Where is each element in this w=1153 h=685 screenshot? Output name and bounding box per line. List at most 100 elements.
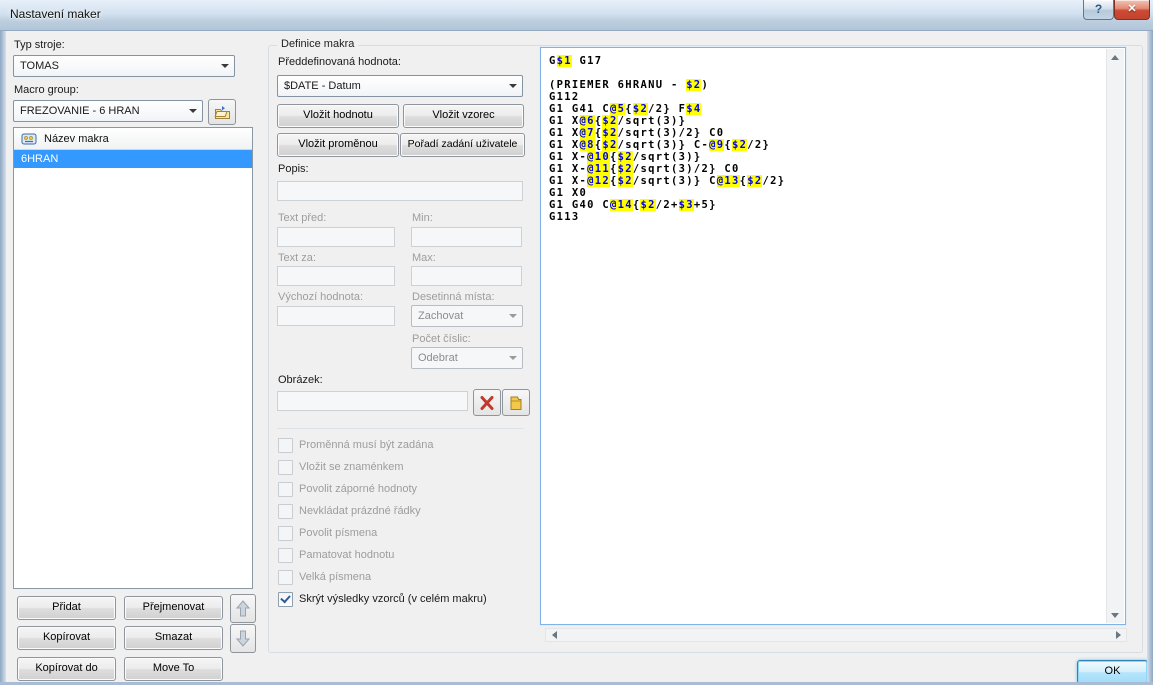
- options-checkbox-group: Proměnná musí být zadána Vložit se znamé…: [278, 434, 530, 610]
- help-button[interactable]: ?: [1083, 0, 1114, 20]
- scroll-down-button[interactable]: [1107, 607, 1123, 623]
- macro-list-header-label: Název makra: [44, 133, 109, 145]
- add-button[interactable]: Přidat: [17, 596, 116, 620]
- section-divider: [277, 428, 524, 429]
- max-label: Max:: [412, 252, 436, 264]
- chevron-down-icon: [509, 314, 517, 318]
- checkbox-box: [278, 592, 293, 607]
- macro-list-item-6hran[interactable]: 6HRAN: [14, 150, 252, 168]
- decimal-places-label: Desetinná místa:: [412, 291, 495, 303]
- move-up-button[interactable]: [230, 594, 256, 623]
- chevron-down-icon: [509, 84, 517, 88]
- dialog-nastaveni-maker: Nastavení maker ? ✕ Typ stroje: TOMAS Ma…: [0, 0, 1153, 685]
- machine-type-value: TOMAS: [20, 60, 59, 72]
- help-icon: ?: [1095, 2, 1102, 16]
- chevron-down-icon: [189, 109, 197, 113]
- digit-count-value: Odebrat: [418, 352, 458, 364]
- arrow-up-icon: [236, 600, 250, 617]
- text-before-label: Text před:: [278, 212, 326, 224]
- macro-group-label: Macro group:: [14, 84, 79, 96]
- description-label: Popis:: [278, 163, 309, 175]
- triangle-up-icon: [1111, 55, 1119, 60]
- checkbox-box: [278, 548, 293, 563]
- rename-button[interactable]: Přejmenovat: [124, 596, 223, 620]
- window-title: Nastavení maker: [10, 7, 101, 21]
- macro-group-open-button[interactable]: [208, 99, 236, 125]
- image-label: Obrázek:: [278, 374, 323, 386]
- text-before-input[interactable]: [277, 227, 395, 247]
- checkbox-insert-with-sign[interactable]: Vložit se znaménkem: [278, 456, 530, 478]
- triangle-down-icon: [1111, 613, 1119, 618]
- predefined-value-select[interactable]: $DATE - Datum: [277, 75, 523, 97]
- checkbox-allow-letters[interactable]: Povolit písmena: [278, 522, 530, 544]
- checkbox-remember-value[interactable]: Pamatovat hodnotu: [278, 544, 530, 566]
- red-x-icon: [479, 395, 495, 411]
- triangle-left-icon: [552, 631, 557, 639]
- insert-variable-button[interactable]: Vložit proměnou: [277, 133, 399, 157]
- description-input[interactable]: [277, 181, 523, 201]
- decimal-places-value: Zachovat: [418, 310, 463, 322]
- move-to-button[interactable]: Move To: [124, 657, 223, 681]
- text-after-label: Text za:: [278, 252, 316, 264]
- close-button[interactable]: ✕: [1114, 0, 1150, 20]
- checkbox-box: [278, 460, 293, 475]
- checkbox-box: [278, 570, 293, 585]
- macro-list: Název makra 6HRAN: [13, 127, 253, 589]
- vertical-scrollbar[interactable]: [1106, 49, 1124, 623]
- text-after-input[interactable]: [277, 266, 395, 286]
- window-frame-left: [0, 30, 6, 685]
- macro-code-text: G$1 G17 (PRIEMER 6HRANU - $2)G112G1 G41 …: [549, 55, 1105, 622]
- macro-list-header[interactable]: Název makra: [14, 128, 252, 150]
- predefined-value: $DATE - Datum: [284, 80, 361, 92]
- checkbox-box: [278, 504, 293, 519]
- triangle-right-icon: [1116, 631, 1121, 639]
- user-entry-order-button[interactable]: Pořadí zadání uživatele: [400, 133, 525, 157]
- close-icon: ✕: [1127, 3, 1136, 15]
- scroll-left-button[interactable]: [546, 629, 562, 641]
- min-input[interactable]: [411, 227, 522, 247]
- chevron-down-icon: [221, 64, 229, 68]
- copy-to-button[interactable]: Kopírovat do: [17, 657, 116, 681]
- insert-value-button[interactable]: Vložit hodnotu: [277, 104, 399, 128]
- macro-icon: [21, 132, 37, 146]
- digit-count-select[interactable]: Odebrat: [411, 347, 523, 369]
- decimal-places-select[interactable]: Zachovat: [411, 305, 523, 327]
- digit-count-label: Počet číslic:: [412, 333, 471, 345]
- scroll-right-button[interactable]: [1110, 629, 1126, 641]
- horizontal-scrollbar[interactable]: [545, 628, 1127, 642]
- machine-type-select[interactable]: TOMAS: [13, 55, 235, 77]
- definition-group-title: Definice makra: [277, 38, 358, 50]
- checkbox-allow-negative-values[interactable]: Povolit záporné hodnoty: [278, 478, 530, 500]
- macro-group-value: FREZOVANIE - 6 HRAN: [20, 105, 140, 117]
- chevron-down-icon: [509, 356, 517, 360]
- macro-code-editor[interactable]: G$1 G17 (PRIEMER 6HRANU - $2)G112G1 G41 …: [540, 47, 1126, 625]
- image-clear-button[interactable]: [473, 389, 501, 416]
- arrow-down-icon: [236, 630, 250, 647]
- window-frame-right: [1147, 30, 1153, 685]
- default-value-label: Výchozí hodnota:: [278, 291, 363, 303]
- default-value-input[interactable]: [277, 306, 395, 326]
- checkbox-box: [278, 438, 293, 453]
- macro-group-select[interactable]: FREZOVANIE - 6 HRAN: [13, 100, 203, 122]
- delete-button[interactable]: Smazat: [124, 626, 223, 650]
- insert-formula-button[interactable]: Vložit vzorec: [403, 104, 524, 128]
- folder-icon: [509, 395, 523, 411]
- machine-type-label: Typ stroje:: [14, 39, 65, 51]
- ok-button[interactable]: OK: [1077, 660, 1148, 684]
- copy-button[interactable]: Kopírovat: [17, 626, 116, 650]
- max-input[interactable]: [411, 266, 522, 286]
- checkbox-box: [278, 482, 293, 497]
- open-folder-icon: [214, 105, 231, 120]
- checkbox-uppercase[interactable]: Velká písmena: [278, 566, 530, 588]
- titlebar[interactable]: Nastavení maker: [0, 0, 1153, 31]
- scroll-up-button[interactable]: [1107, 49, 1123, 65]
- image-path-input[interactable]: [277, 391, 468, 411]
- checkbox-hide-formula-results[interactable]: Skrýt výsledky vzorců (v celém makru): [278, 588, 530, 610]
- checkbox-variable-required[interactable]: Proměnná musí být zadána: [278, 434, 530, 456]
- checkbox-box: [278, 526, 293, 541]
- move-down-button[interactable]: [230, 624, 256, 653]
- predefined-value-label: Předdefinovaná hodnota:: [278, 56, 401, 68]
- image-browse-button[interactable]: [502, 389, 530, 416]
- checkbox-skip-empty-lines[interactable]: Nevkládat prázdné řádky: [278, 500, 530, 522]
- min-label: Min:: [412, 212, 433, 224]
